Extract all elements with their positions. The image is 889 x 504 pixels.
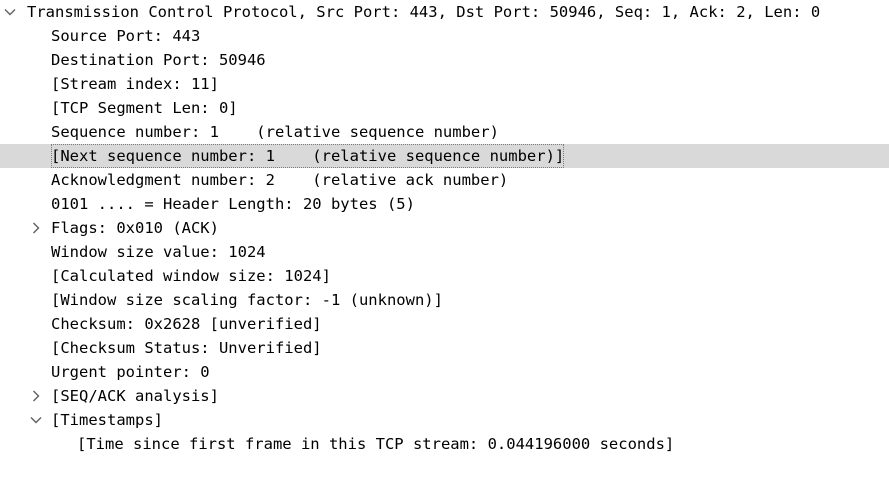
tree-item-label: Source Port: 443 <box>51 27 201 45</box>
tree-item-label: [Stream index: 11] <box>51 75 219 93</box>
tree-item-window-size-value[interactable]: Window size value: 1024 <box>0 240 889 264</box>
tree-item-stream-index[interactable]: [Stream index: 11] <box>0 72 889 96</box>
tree-item-segment-len[interactable]: [TCP Segment Len: 0] <box>0 96 889 120</box>
tree-item-label: [Next sequence number: 1 (relative seque… <box>51 144 565 168</box>
tree-item-label: Window size value: 1024 <box>51 243 266 261</box>
tree-item-label: Flags: 0x010 (ACK) <box>51 219 219 237</box>
tree-item-sequence-number[interactable]: Sequence number: 1 (relative sequence nu… <box>0 120 889 144</box>
tree-item-label: [TCP Segment Len: 0] <box>51 99 238 117</box>
tree-item-tcp[interactable]: Transmission Control Protocol, Src Port:… <box>0 0 889 24</box>
tree-item-label: [Calculated window size: 1024] <box>51 267 331 285</box>
chevron-down-icon[interactable] <box>2 0 18 24</box>
tree-item-label: Acknowledgment number: 2 (relative ack n… <box>51 171 509 189</box>
tree-item-label: Sequence number: 1 (relative sequence nu… <box>51 123 499 141</box>
tree-item-header-length[interactable]: 0101 .... = Header Length: 20 bytes (5) <box>0 192 889 216</box>
tree-item-time-since-first-frame[interactable]: [Time since first frame in this TCP stre… <box>0 432 889 456</box>
tree-item-urgent-pointer[interactable]: Urgent pointer: 0 <box>0 360 889 384</box>
tree-item-label: [SEQ/ACK analysis] <box>51 387 219 405</box>
tree-item-label: [Time since first frame in this TCP stre… <box>77 435 675 453</box>
tree-item-destination-port[interactable]: Destination Port: 50946 <box>0 48 889 72</box>
tree-item-seq-ack-analysis[interactable]: [SEQ/ACK analysis] <box>0 384 889 408</box>
tree-item-label: [Checksum Status: Unverified] <box>51 339 322 357</box>
chevron-right-icon[interactable] <box>28 216 44 240</box>
packet-details-tree: Transmission Control Protocol, Src Port:… <box>0 0 889 456</box>
tree-item-label: Destination Port: 50946 <box>51 51 266 69</box>
tree-item-label: Transmission Control Protocol, Src Port:… <box>27 3 821 21</box>
tree-item-calculated-window-size[interactable]: [Calculated window size: 1024] <box>0 264 889 288</box>
tree-item-source-port[interactable]: Source Port: 443 <box>0 24 889 48</box>
tree-item-label: [Window size scaling factor: -1 (unknown… <box>51 291 443 309</box>
tree-item-ack-number[interactable]: Acknowledgment number: 2 (relative ack n… <box>0 168 889 192</box>
tree-item-checksum[interactable]: Checksum: 0x2628 [unverified] <box>0 312 889 336</box>
tree-item-window-scaling-factor[interactable]: [Window size scaling factor: -1 (unknown… <box>0 288 889 312</box>
tree-item-label: Urgent pointer: 0 <box>51 363 210 381</box>
tree-item-flags[interactable]: Flags: 0x010 (ACK) <box>0 216 889 240</box>
chevron-right-icon[interactable] <box>28 384 44 408</box>
tree-item-label: 0101 .... = Header Length: 20 bytes (5) <box>51 195 415 213</box>
tree-item-next-sequence-number[interactable]: [Next sequence number: 1 (relative seque… <box>0 144 889 168</box>
chevron-down-icon[interactable] <box>28 408 44 432</box>
tree-item-label: [Timestamps] <box>51 411 163 429</box>
tree-item-label: Checksum: 0x2628 [unverified] <box>51 315 322 333</box>
tree-item-timestamps[interactable]: [Timestamps] <box>0 408 889 432</box>
tree-item-checksum-status[interactable]: [Checksum Status: Unverified] <box>0 336 889 360</box>
